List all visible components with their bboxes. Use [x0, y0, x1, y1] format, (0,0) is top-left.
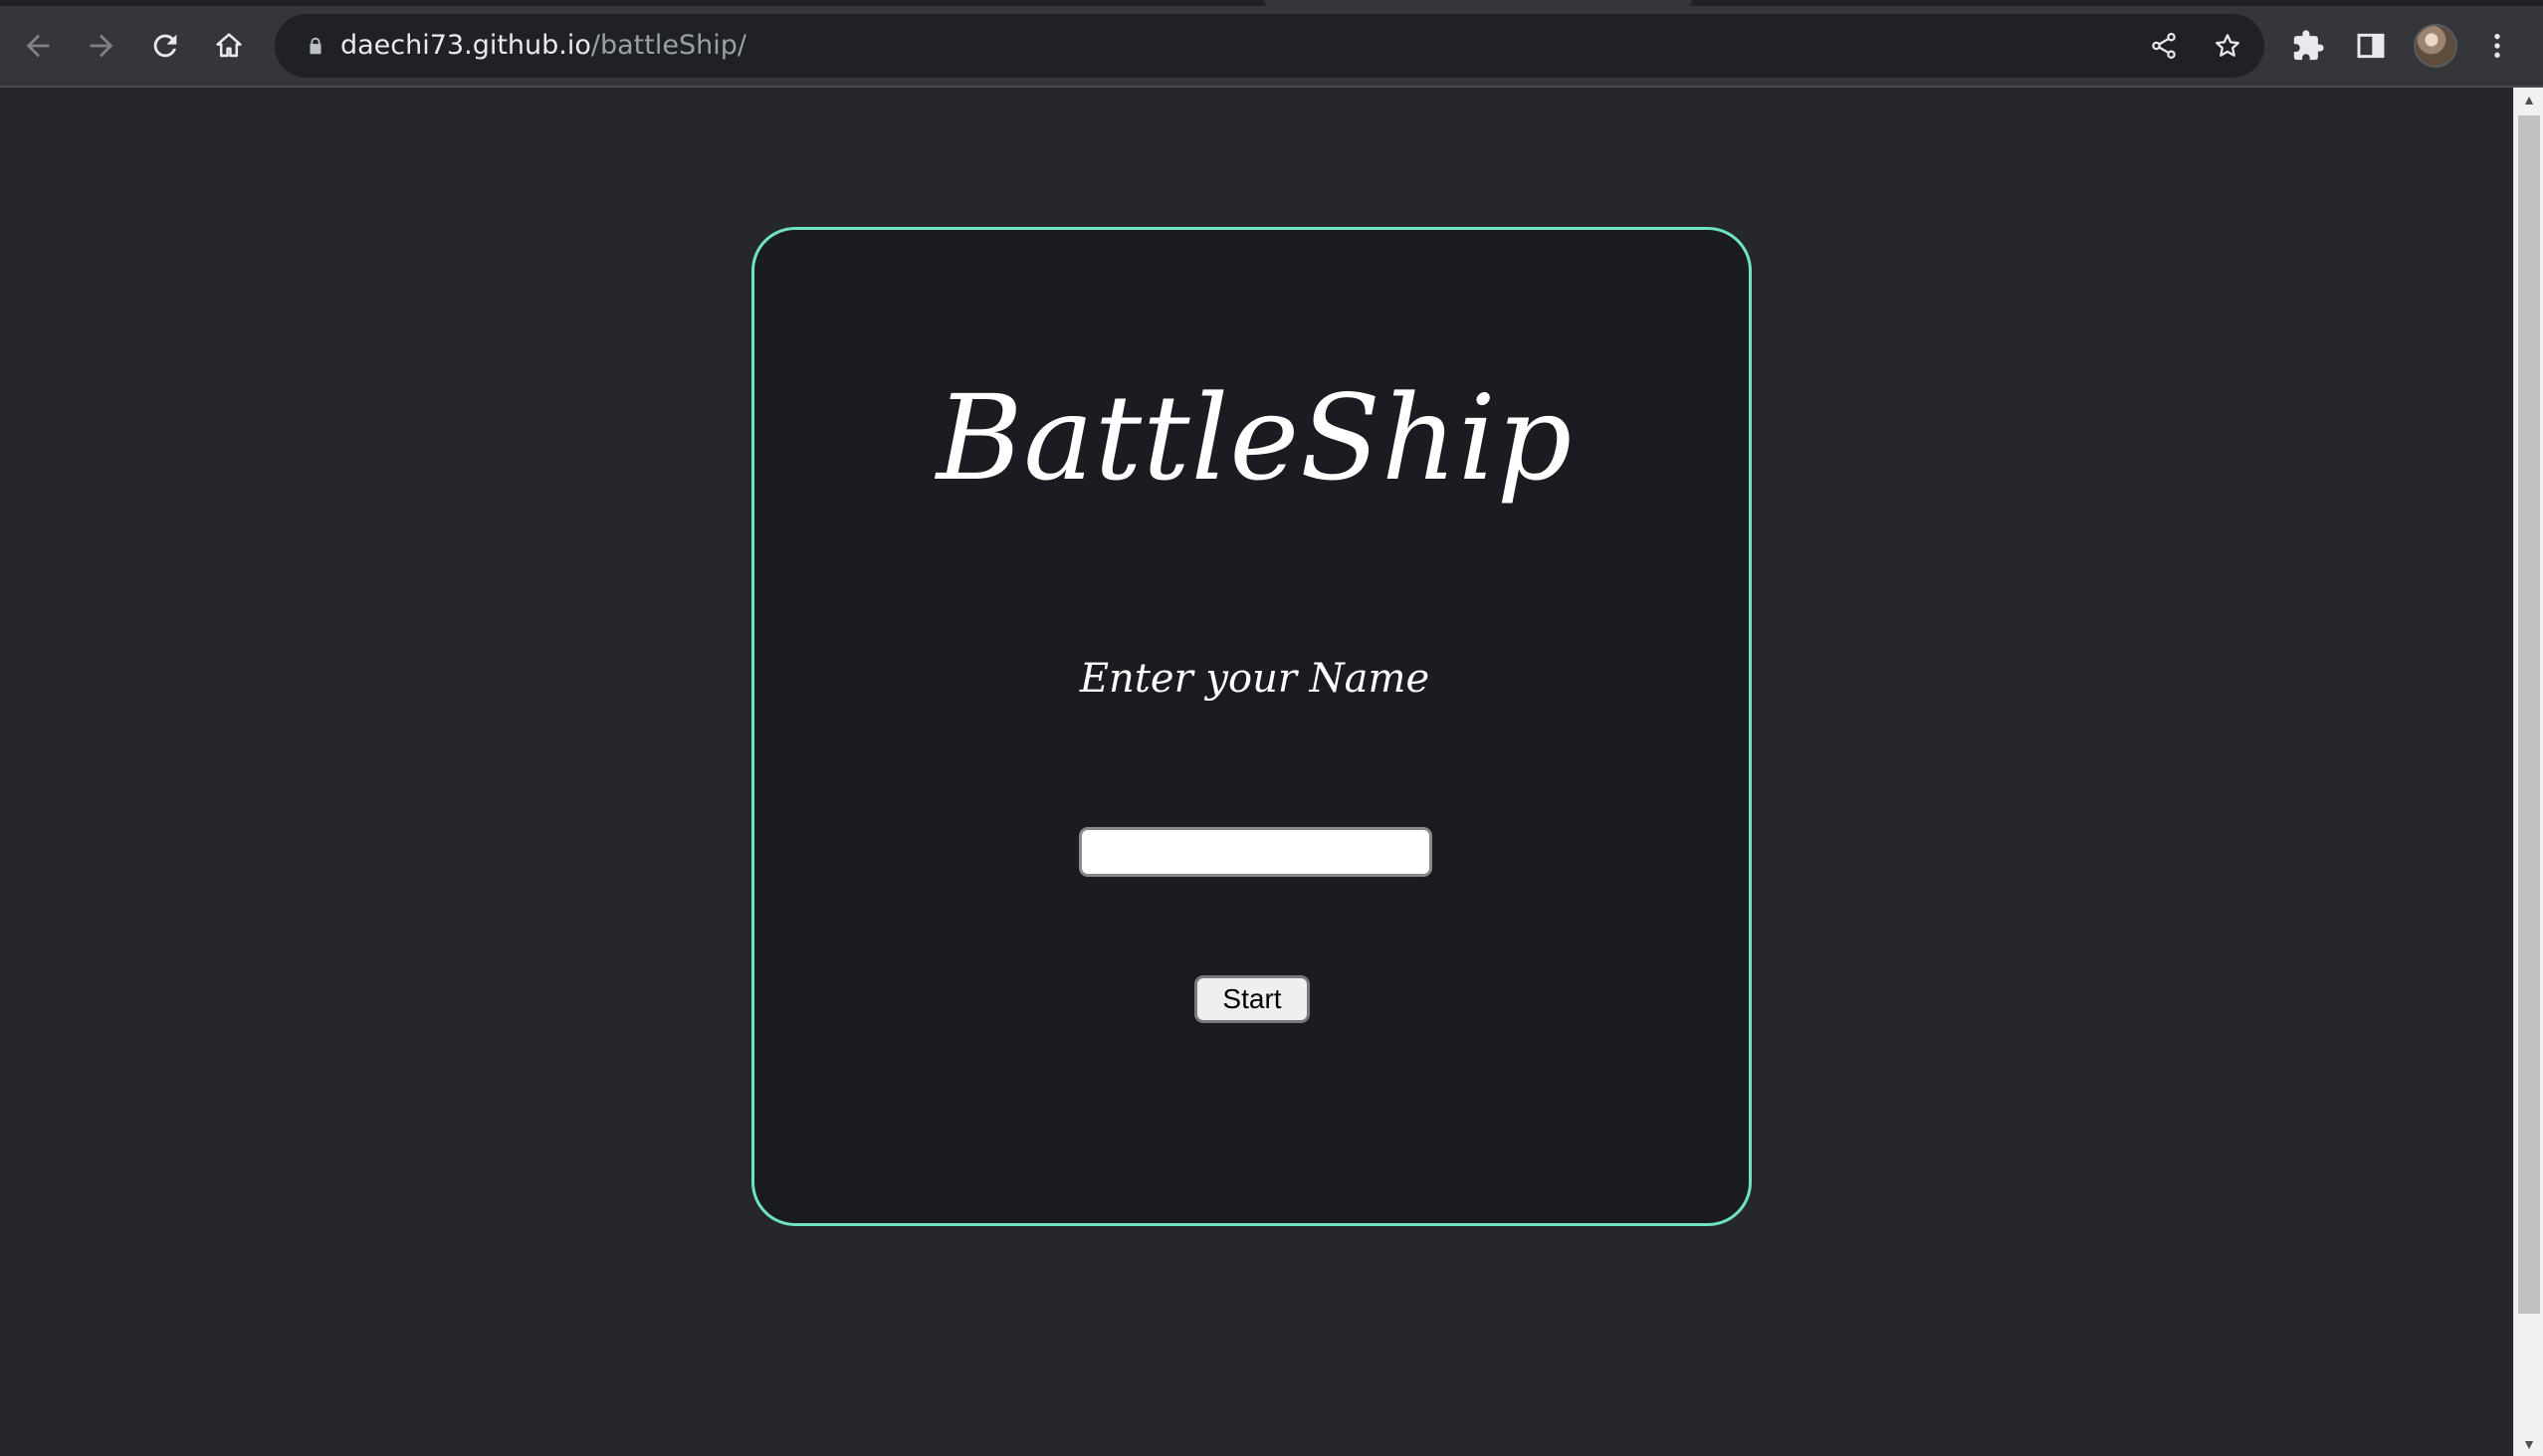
reload-icon [153, 34, 177, 58]
reload-button[interactable] [141, 22, 189, 70]
lock-icon[interactable] [301, 31, 330, 61]
vertical-scrollbar[interactable]: ▲ ▼ [2513, 88, 2543, 1456]
arrow-right-icon [90, 34, 113, 58]
scroll-down-arrow-icon[interactable]: ▼ [2514, 1432, 2543, 1456]
tab-strip [0, 0, 2543, 6]
start-card: BattleShip Enter your Name Start [751, 227, 1752, 1226]
extensions-button[interactable] [2284, 22, 2332, 70]
star-icon [2216, 34, 2239, 57]
name-input[interactable] [1079, 827, 1432, 877]
scrollbar-thumb[interactable] [2518, 115, 2540, 1314]
browser-toolbar: daechi73.github.io/battleShip/ [0, 0, 2543, 88]
share-button[interactable] [2146, 28, 2182, 64]
avatar[interactable] [2414, 24, 2457, 68]
bookmark-button[interactable] [2210, 28, 2245, 64]
back-button[interactable] [14, 22, 62, 70]
arrow-left-icon [26, 34, 50, 58]
menu-button[interactable] [2473, 22, 2521, 70]
name-prompt-label: Enter your Name [1079, 656, 1430, 702]
puzzle-icon [2293, 30, 2324, 61]
start-button[interactable]: Start [1194, 975, 1310, 1023]
address-bar[interactable]: daechi73.github.io/battleShip/ [275, 14, 2264, 78]
url-path: /battleShip/ [590, 30, 746, 61]
url-text[interactable]: daechi73.github.io/battleShip/ [340, 14, 746, 78]
side-panel-icon [2357, 33, 2385, 59]
side-panel-button[interactable] [2347, 22, 2395, 70]
page-title: BattleShip [936, 369, 1574, 507]
home-icon [216, 33, 242, 58]
url-host: daechi73.github.io [340, 30, 591, 61]
tab-strip-active[interactable] [1264, 0, 1692, 6]
page-viewport: BattleShip Enter your Name Start [0, 88, 2513, 1456]
forward-button[interactable] [78, 22, 125, 70]
home-button[interactable] [205, 22, 253, 70]
kebab-menu-icon [2494, 34, 2500, 58]
share-icon [2152, 33, 2176, 59]
scroll-up-arrow-icon[interactable]: ▲ [2514, 88, 2543, 111]
